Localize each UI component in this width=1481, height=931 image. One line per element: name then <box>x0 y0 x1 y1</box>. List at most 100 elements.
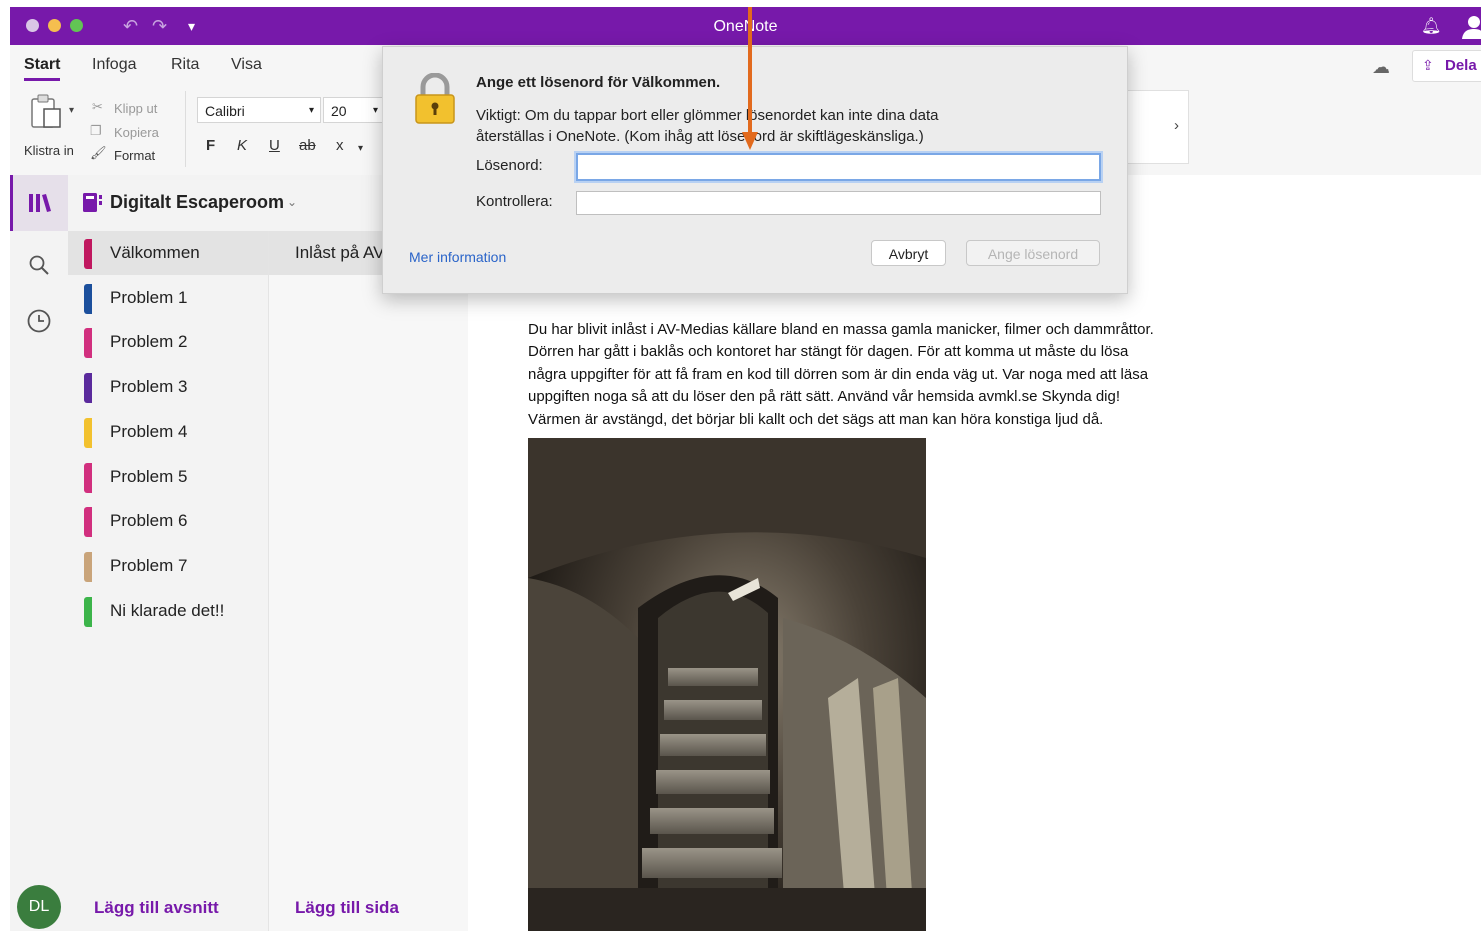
font-size-select[interactable]: 20 ▾ <box>323 97 383 123</box>
more-info-link[interactable]: Mer information <box>409 249 506 265</box>
section-item[interactable]: Problem 2 <box>68 320 268 364</box>
bell-icon[interactable]: 🔔︎ <box>1421 16 1441 36</box>
section-color-tab <box>84 239 92 269</box>
section-color-tab <box>84 507 92 538</box>
chevron-down-icon: ▾ <box>308 105 314 116</box>
note-body-text[interactable]: Du har blivit inlåst i AV-Medias källare… <box>528 319 1248 431</box>
page-list: Inlåst på AV Lägg till sida <box>268 231 469 931</box>
italic-button[interactable]: K <box>237 137 247 154</box>
dialog-title: Ange ett lösenord för Välkommen. <box>476 74 721 91</box>
avatar[interactable]: DL <box>17 885 61 929</box>
annotation-arrow-head <box>742 132 758 150</box>
section-item[interactable]: Problem 3 <box>68 365 268 409</box>
tab-rita[interactable]: Rita <box>171 56 199 74</box>
onenote-window: ↶ ↷ ▾ OneNote 🔔︎ Start Infoga Rita Visa … <box>10 7 1481 931</box>
note-line: Du har blivit inlåst i AV-Medias källare… <box>528 321 1154 338</box>
cut-button[interactable]: Klipp ut <box>114 101 157 116</box>
chevron-down-icon: ▾ <box>372 105 378 116</box>
recent-clock-icon[interactable] <box>26 308 52 334</box>
notebook-icon <box>83 193 102 212</box>
font-name-value: Calibri <box>205 103 245 119</box>
subscript-options-chevron-icon[interactable]: ▾ <box>358 143 363 154</box>
subscript-button[interactable]: x <box>336 137 344 154</box>
dialog-message-line: återställas i OneNote. (Kom ihåg att lös… <box>476 128 924 145</box>
section-item[interactable]: Ni klarade det!! <box>68 589 268 633</box>
password-field[interactable] <box>576 153 1101 181</box>
section-label: Problem 3 <box>110 377 188 397</box>
section-color-tab <box>84 328 92 359</box>
section-items: Välkommen Problem 1 Problem 2 Problem 3 Prob… <box>68 231 268 651</box>
verify-label: Kontrollera: <box>476 193 553 210</box>
tab-start[interactable]: Start <box>24 56 61 81</box>
section-color-tab <box>84 596 92 627</box>
dialog-message-line: Viktigt: Om du tappar bort eller glömmer… <box>476 107 939 124</box>
annotation-arrow-shaft <box>748 7 752 135</box>
add-page-link[interactable]: Lägg till sida <box>295 898 399 918</box>
share-icon: ⇪ <box>1422 57 1434 73</box>
chevron-down-icon: ⌄ <box>287 195 298 209</box>
cellar-stairs-photo[interactable] <box>528 438 926 931</box>
section-item[interactable]: Problem 7 <box>68 544 268 588</box>
section-label: Problem 5 <box>110 466 188 486</box>
section-label: Problem 6 <box>110 511 188 531</box>
note-line: uppgiften noga så att du löser den på rä… <box>528 388 1121 406</box>
note-line: Värmen är avstängd, det börjar bli kallt… <box>528 410 1104 428</box>
strikethrough-button[interactable]: ab <box>299 137 316 154</box>
set-password-button[interactable]: Ange lösenord <box>966 240 1100 266</box>
section-label: Välkommen <box>110 243 200 262</box>
tab-infoga[interactable]: Infoga <box>92 56 136 74</box>
note-line: några uppgifter för att få fram en kod t… <box>528 365 1149 383</box>
section-item[interactable]: Problem 4 <box>68 410 268 454</box>
add-section-link[interactable]: Lägg till avsnitt <box>94 898 219 918</box>
paste-button[interactable] <box>28 93 66 133</box>
section-color-tab <box>84 462 92 493</box>
section-label: Problem 2 <box>110 332 188 352</box>
notebooks-icon <box>29 194 51 212</box>
format-painter-icon: 🖌︎ <box>90 145 107 160</box>
ribbon-overflow-button[interactable]: › <box>1126 90 1189 164</box>
copy-icon: ❐ <box>90 123 102 138</box>
navigation-rail: DL <box>10 175 69 931</box>
password-label: Lösenord: <box>476 157 543 174</box>
section-color-tab <box>84 283 92 314</box>
chevron-right-icon: › <box>1174 117 1179 134</box>
font-size-value: 20 <box>331 103 347 119</box>
note-line: Dörren har gått i baklås och kontoret ha… <box>528 343 1129 361</box>
dialog-message: Viktigt: Om du tappar bort eller glömmer… <box>476 105 938 147</box>
paste-label: Klistra in <box>24 143 74 158</box>
ribbon-divider <box>185 91 186 167</box>
section-list: Välkommen Problem 1 Problem 2 Problem 3 Prob… <box>68 175 268 931</box>
share-button[interactable]: ⇪ Dela <box>1412 50 1481 82</box>
section-item[interactable]: Problem 1 <box>68 276 268 320</box>
title-bar: ↶ ↷ ▾ OneNote 🔔︎ <box>10 7 1481 45</box>
password-dialog: Ange ett lösenord för Välkommen. Viktigt… <box>382 46 1128 294</box>
window-title: OneNote <box>713 18 778 35</box>
page-item-label: Inlåst på AV <box>295 243 385 262</box>
sync-cloud-icon[interactable]: ☁︎ <box>1372 57 1390 78</box>
section-item[interactable]: Välkommen <box>68 231 268 275</box>
underline-button[interactable]: U <box>269 137 280 154</box>
font-name-select[interactable]: Calibri ▾ <box>197 97 321 123</box>
format-painter-button[interactable]: Format <box>114 148 155 163</box>
section-label: Problem 1 <box>110 287 188 307</box>
account-icon[interactable] <box>1460 13 1481 39</box>
clipboard-icon <box>31 94 61 128</box>
section-color-tab <box>84 417 92 448</box>
lock-icon <box>415 73 455 124</box>
tab-visa[interactable]: Visa <box>231 56 262 74</box>
section-color-tab <box>84 551 92 582</box>
notebooks-nav-button[interactable] <box>10 175 68 231</box>
section-item[interactable]: Problem 6 <box>68 499 268 543</box>
paste-options-chevron-icon[interactable]: ▾ <box>69 105 74 116</box>
section-color-tab <box>84 373 92 404</box>
copy-button[interactable]: Kopiera <box>114 125 159 140</box>
cancel-button[interactable]: Avbryt <box>871 240 946 266</box>
cellar-stairs-illustration <box>528 438 926 931</box>
notebook-name: Digitalt Escaperoom <box>110 192 285 212</box>
search-icon[interactable] <box>28 254 50 276</box>
verify-password-field[interactable] <box>576 191 1101 215</box>
section-label: Problem 4 <box>110 421 188 441</box>
section-item[interactable]: Problem 5 <box>68 455 268 499</box>
bold-button[interactable]: F <box>206 137 215 154</box>
section-label: Problem 7 <box>110 555 188 575</box>
